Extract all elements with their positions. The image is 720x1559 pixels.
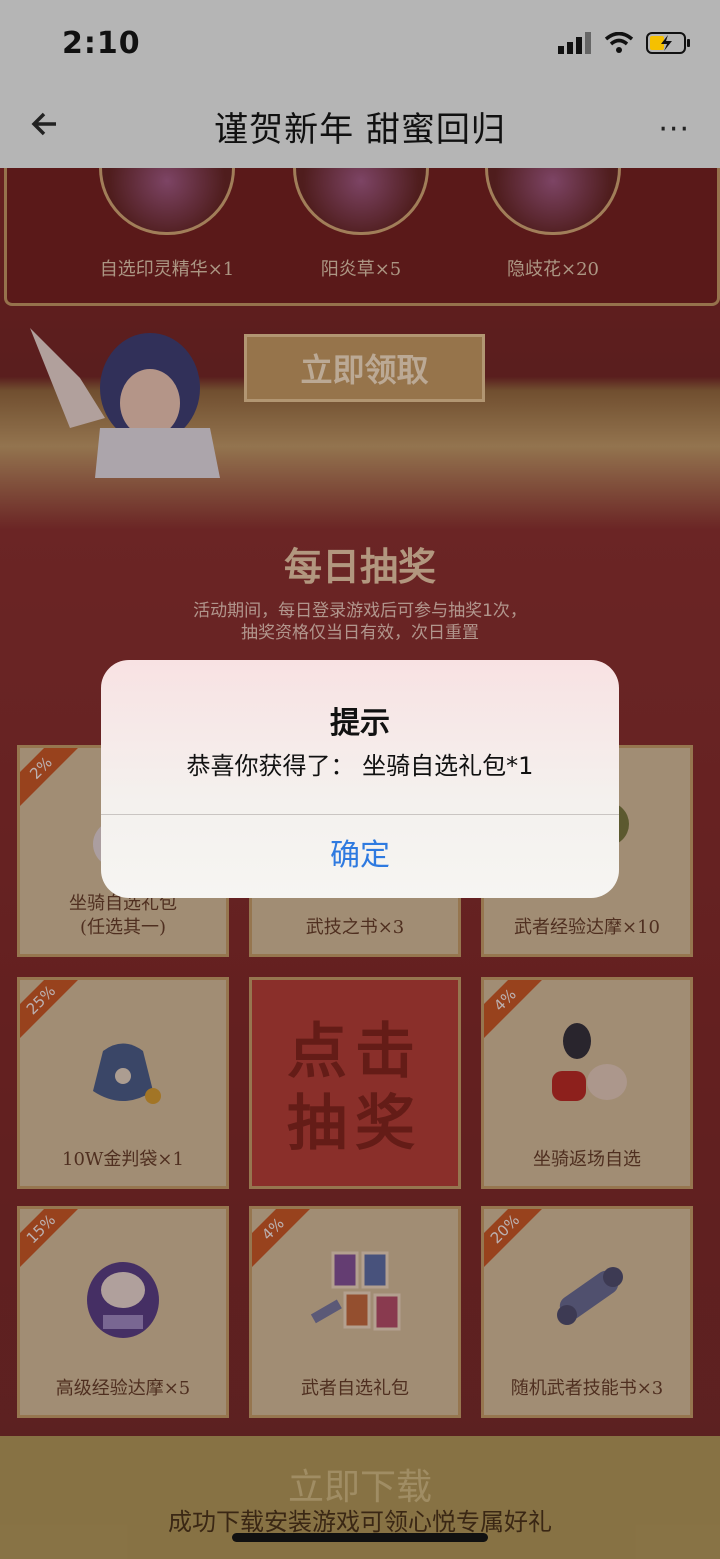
battery-charging-icon <box>646 32 690 54</box>
signal-icon <box>558 32 591 54</box>
dialog-message: 恭喜你获得了： 坐骑自选礼包*1 <box>186 752 534 780</box>
wifi-icon <box>604 32 634 53</box>
more-button[interactable]: ··· <box>658 112 690 147</box>
status-time: 2:10 <box>62 26 141 61</box>
status-bar: 2:10 <box>0 0 720 88</box>
status-icons <box>558 32 692 54</box>
dialog-title: 提示 <box>330 706 390 741</box>
home-indicator[interactable] <box>232 1533 488 1542</box>
alert-dialog: 提示 恭喜你获得了： 坐骑自选礼包*1 确定 <box>101 660 619 898</box>
confirm-button[interactable]: 确定 <box>101 814 619 898</box>
nav-bar: 谨贺新年 甜蜜回归 ··· <box>0 88 720 168</box>
page-title: 谨贺新年 甜蜜回归 <box>214 110 506 150</box>
